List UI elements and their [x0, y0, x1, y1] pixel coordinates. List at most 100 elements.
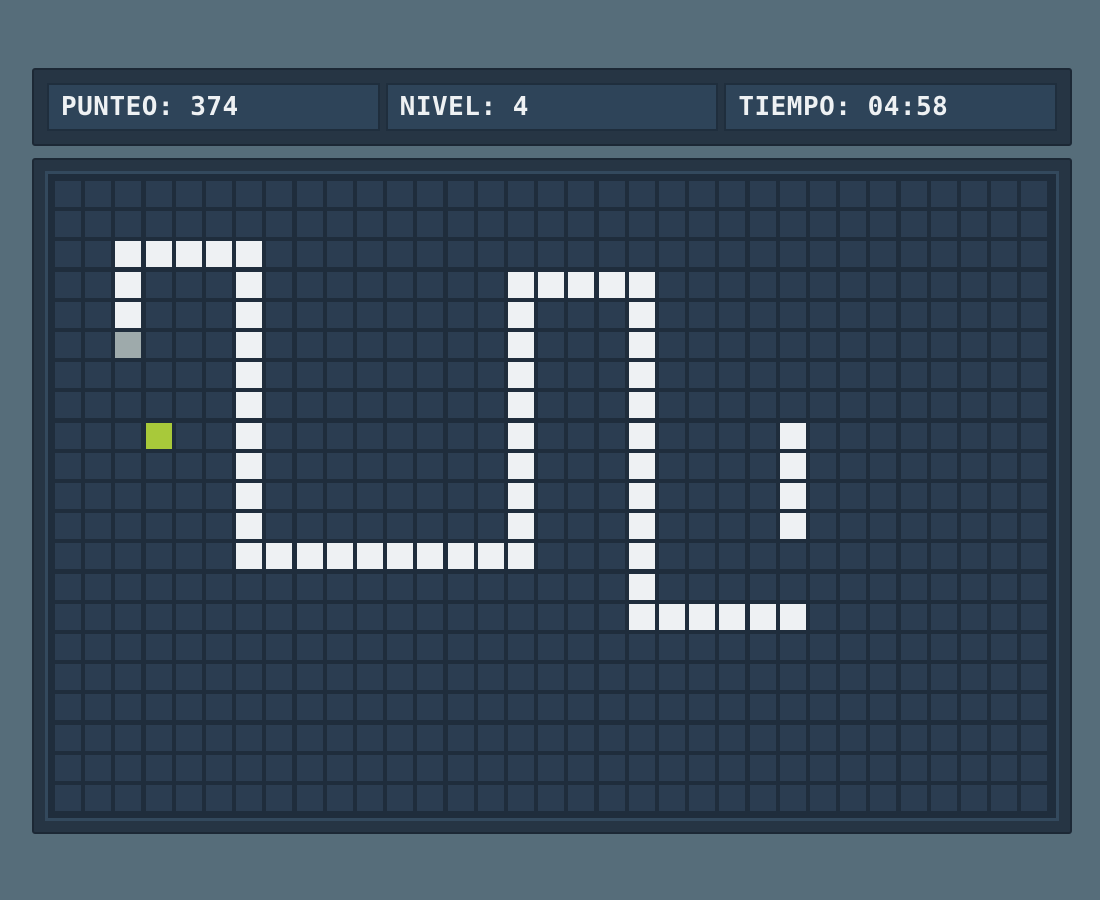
grid-cell [961, 574, 987, 600]
grid-cell [599, 725, 625, 751]
grid-cell [387, 694, 413, 720]
grid-cell [297, 362, 323, 388]
grid-cell [387, 483, 413, 509]
grid-cell [417, 634, 443, 660]
grid-cell [387, 181, 413, 207]
snake-segment [387, 543, 413, 569]
grid-cell [115, 423, 141, 449]
grid-cell [206, 513, 232, 539]
grid-cell [327, 664, 353, 690]
grid-cell [55, 453, 81, 479]
grid-cell [266, 725, 292, 751]
grid-cell [448, 392, 474, 418]
grid-cell [901, 513, 927, 539]
grid-cell [689, 181, 715, 207]
snake-segment [780, 604, 806, 630]
grid-cell [357, 604, 383, 630]
grid-cell [206, 725, 232, 751]
grid-cell [750, 362, 776, 388]
grid-cell [901, 634, 927, 660]
grid-cell [750, 332, 776, 358]
grid-cell [387, 604, 413, 630]
grid-cell [991, 785, 1017, 811]
grid-cell [146, 181, 172, 207]
grid-cell [991, 272, 1017, 298]
grid-cell [55, 302, 81, 328]
grid-cell [719, 785, 745, 811]
grid-cell [85, 181, 111, 207]
grid-cell [538, 604, 564, 630]
grid-cell [659, 634, 685, 660]
grid-cell [266, 272, 292, 298]
grid-cell [327, 513, 353, 539]
grid-cell [85, 725, 111, 751]
grid-cell [991, 513, 1017, 539]
grid-cell [538, 513, 564, 539]
grid-cell [1021, 725, 1047, 751]
grid-cell [780, 543, 806, 569]
grid-cell [357, 272, 383, 298]
grid-cell [719, 755, 745, 781]
grid-cell [870, 423, 896, 449]
grid-cell [327, 694, 353, 720]
grid-cell [1021, 574, 1047, 600]
grid-cell [417, 332, 443, 358]
grid-cell [115, 725, 141, 751]
grid-cell [840, 181, 866, 207]
grid-cell [719, 453, 745, 479]
grid-cell [568, 755, 594, 781]
grid-cell [840, 694, 866, 720]
snake-segment [236, 332, 262, 358]
grid-cell [85, 543, 111, 569]
grid-cell [115, 513, 141, 539]
grid-cell [659, 785, 685, 811]
grid-cell [146, 664, 172, 690]
grid-cell [236, 604, 262, 630]
grid-cell [327, 634, 353, 660]
grid-cell [568, 483, 594, 509]
grid-cell [629, 694, 655, 720]
grid-cell [478, 453, 504, 479]
grid-cell [931, 513, 957, 539]
grid-cell [840, 241, 866, 267]
snake-segment [236, 302, 262, 328]
grid-cell [236, 574, 262, 600]
grid-cell [870, 785, 896, 811]
grid-cell [840, 513, 866, 539]
grid-cell [146, 453, 172, 479]
grid-cell [901, 483, 927, 509]
grid-cell [297, 483, 323, 509]
grid-cell [568, 332, 594, 358]
grid-cell [297, 453, 323, 479]
grid-cell [478, 272, 504, 298]
grid-cell [538, 181, 564, 207]
grid-cell [478, 634, 504, 660]
grid-cell [810, 272, 836, 298]
grid-cell [297, 513, 323, 539]
snake-segment [538, 272, 564, 298]
grid-cell [448, 513, 474, 539]
grid-cell [659, 543, 685, 569]
grid-cell [568, 302, 594, 328]
grid-cell [659, 302, 685, 328]
game-board[interactable] [45, 171, 1059, 821]
grid-cell [55, 634, 81, 660]
grid-cell [206, 785, 232, 811]
grid-cell [1021, 302, 1047, 328]
grid-cell [931, 453, 957, 479]
grid-cell [266, 483, 292, 509]
grid-cell [840, 574, 866, 600]
grid-cell [750, 634, 776, 660]
grid-cell [901, 725, 927, 751]
grid-cell [719, 181, 745, 207]
snake-segment [629, 543, 655, 569]
grid-cell [327, 604, 353, 630]
grid-cell [357, 211, 383, 237]
grid-cell [478, 604, 504, 630]
grid-cell [810, 755, 836, 781]
grid-cell [599, 332, 625, 358]
grid-cell [568, 574, 594, 600]
snake-segment [508, 362, 534, 388]
grid-cell [568, 392, 594, 418]
grid-cell [327, 272, 353, 298]
